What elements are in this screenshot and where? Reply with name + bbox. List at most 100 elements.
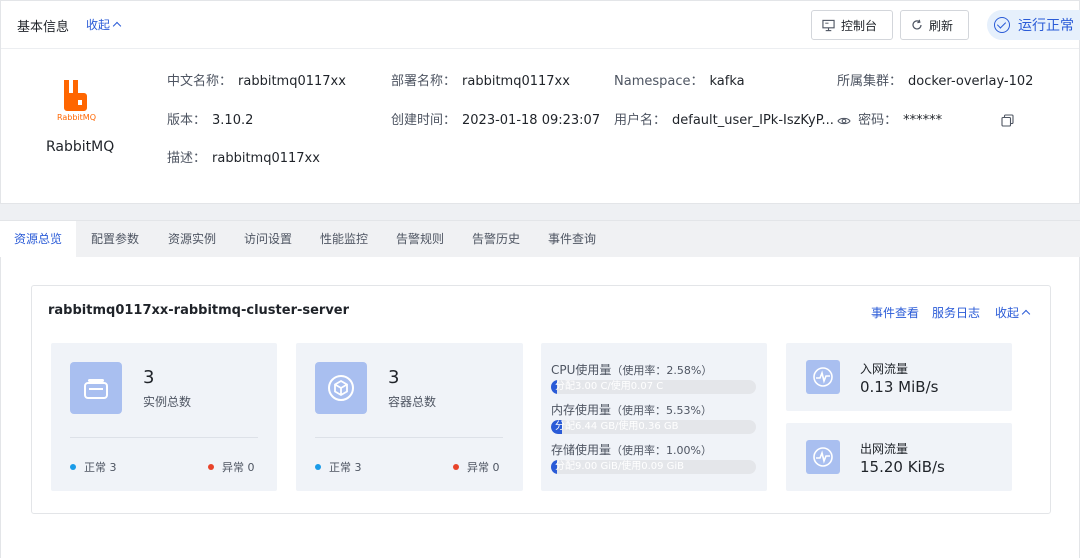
console-label: 控制台 — [841, 18, 878, 33]
tab-alert-rules[interactable]: 告警规则 — [382, 221, 458, 258]
password-field: 密码： ****** — [837, 109, 942, 128]
tab-bar: 资源总览 配置参数 资源实例 访问设置 性能监控 告警规则 告警历史 事件查询 — [0, 220, 1080, 258]
container-count: 3 — [388, 367, 400, 388]
tab-performance-monitor[interactable]: 性能监控 — [306, 221, 382, 258]
status-label: 运行正常 — [1018, 18, 1074, 34]
divider — [315, 437, 503, 438]
abnormal-dot-icon — [208, 464, 214, 470]
collapse-info-button[interactable]: 收起 — [86, 16, 122, 33]
memory-usage-text: 分配6.44 GB/使用0.36 GB — [555, 421, 679, 432]
resource-overview-content: rabbitmq0117xx-rabbitmq-cluster-server 事… — [0, 257, 1080, 558]
refresh-icon — [912, 19, 922, 30]
namespace-field: Namespace： kafka — [614, 70, 745, 89]
inbound-traffic-card: 入网流量 0.13 MiB/s — [786, 343, 1012, 411]
normal-count: 3 — [109, 461, 117, 474]
cpu-usage-rate: （使用率：2.58%） — [611, 364, 713, 377]
eye-icon[interactable] — [837, 116, 851, 126]
namespace-value: kafka — [709, 74, 745, 89]
panel-collapse-label: 收起 — [995, 306, 1020, 320]
divider — [70, 437, 258, 438]
memory-usage-title: 内存使用量（使用率：5.53%） — [551, 401, 712, 418]
memory-usage-rate: （使用率：5.53%） — [611, 404, 712, 417]
storage-usage-rate: （使用率：1.00%） — [611, 444, 712, 457]
instance-total-label: 实例总数 — [143, 395, 192, 409]
basic-info-card: 基本信息 收起 控制台 刷新 运行正常 RabbitMQ RabbitMQ 中文… — [0, 0, 1080, 204]
tab-resource-overview[interactable]: 资源总览 — [0, 221, 76, 258]
normal-label: 正常 — [84, 461, 106, 474]
container-normal-status: 正常 3 — [315, 459, 362, 475]
outbound-traffic-card: 出网流量 15.20 KiB/s — [786, 423, 1012, 491]
copy-icon[interactable] — [1001, 114, 1014, 127]
containers-stat-card: 3 容器总数 正常 3 异常 0 — [296, 343, 523, 491]
deploy-name-label: 部署名称： — [391, 74, 457, 89]
memory-usage-label: 内存使用量 — [551, 403, 612, 417]
refresh-label: 刷新 — [929, 18, 954, 33]
instance-abnormal-status: 异常 0 — [208, 459, 255, 475]
cpu-usage-bar: 分配3.00 C/使用0.07 C — [551, 380, 756, 394]
namespace-label: Namespace： — [614, 74, 704, 89]
outbound-traffic-value: 15.20 KiB/s — [860, 458, 945, 476]
collapse-label: 收起 — [86, 18, 111, 32]
username-label: 用户名： — [614, 113, 667, 128]
container-abnormal-status: 异常 0 — [453, 459, 500, 475]
abnormal-count: 0 — [492, 461, 500, 474]
cluster-label: 所属集群： — [837, 74, 903, 89]
created-time-field: 创建时间： 2023-01-18 09:23:07 — [391, 109, 600, 128]
password-label: 密码： — [858, 113, 898, 128]
monitor-icon — [822, 19, 835, 31]
cluster-field: 所属集群： docker-overlay-102 — [837, 70, 1033, 89]
storage-usage-text: 分配9.00 GiB/使用0.09 GiB — [555, 461, 685, 472]
cluster-value: docker-overlay-102 — [908, 74, 1034, 89]
abnormal-label: 异常 — [222, 461, 244, 474]
check-circle-icon — [994, 17, 1010, 33]
cn-name-field: 中文名称： rabbitmq0117xx — [167, 70, 346, 89]
cn-name-label: 中文名称： — [167, 74, 233, 89]
instance-count: 3 — [143, 367, 155, 388]
collapse-panel-button[interactable]: 收起 — [995, 304, 1031, 321]
app-name: RabbitMQ — [46, 139, 115, 155]
resource-usage-card: CPU使用量（使用率：2.58%） 分配3.00 C/使用0.07 C 内存使用… — [541, 343, 767, 491]
cpu-usage-label: CPU使用量 — [551, 363, 612, 377]
inbound-traffic-value: 0.13 MiB/s — [860, 378, 939, 396]
tab-alert-history[interactable]: 告警历史 — [458, 221, 534, 258]
cn-name-value: rabbitmq0117xx — [238, 74, 346, 89]
normal-count: 3 — [354, 461, 362, 474]
outbound-traffic-label: 出网流量 — [860, 442, 909, 456]
version-field: 版本： 3.10.2 — [167, 109, 253, 128]
inbound-traffic-label: 入网流量 — [860, 362, 909, 376]
username-field: 用户名： default_user_IPk-IszKyP... — [614, 109, 834, 128]
traffic-in-icon — [806, 360, 840, 394]
tab-resource-instances[interactable]: 资源实例 — [154, 221, 230, 258]
cpu-usage-text: 分配3.00 C/使用0.07 C — [555, 381, 664, 392]
console-button[interactable]: 控制台 — [811, 10, 893, 40]
created-time-value: 2023-01-18 09:23:07 — [462, 113, 601, 128]
storage-usage-label: 存储使用量 — [551, 443, 612, 457]
container-total-label: 容器总数 — [388, 395, 437, 409]
abnormal-dot-icon — [453, 464, 459, 470]
view-events-link[interactable]: 事件查看 — [871, 304, 919, 321]
traffic-out-icon — [806, 440, 840, 474]
tab-event-query[interactable]: 事件查询 — [534, 221, 610, 258]
username-value: default_user_IPk-IszKyP... — [672, 113, 834, 128]
deploy-name-value: rabbitmq0117xx — [462, 74, 570, 89]
panel-title: rabbitmq0117xx-rabbitmq-cluster-server — [48, 303, 350, 318]
normal-dot-icon — [315, 464, 321, 470]
password-value: ****** — [903, 113, 943, 128]
refresh-button[interactable]: 刷新 — [900, 10, 969, 40]
memory-usage-bar: 分配6.44 GB/使用0.36 GB — [551, 420, 756, 434]
tab-access-settings[interactable]: 访问设置 — [230, 221, 306, 258]
cluster-server-panel: rabbitmq0117xx-rabbitmq-cluster-server 事… — [31, 285, 1051, 514]
version-value: 3.10.2 — [212, 113, 254, 128]
cpu-usage-title: CPU使用量（使用率：2.58%） — [551, 361, 712, 378]
deploy-name-field: 部署名称： rabbitmq0117xx — [391, 70, 570, 89]
description-value: rabbitmq0117xx — [212, 151, 320, 166]
abnormal-label: 异常 — [467, 461, 489, 474]
storage-usage-bar: 分配9.00 GiB/使用0.09 GiB — [551, 460, 756, 474]
container-cube-icon — [315, 362, 367, 414]
basic-info-title: 基本信息 — [17, 20, 70, 35]
tab-config-params[interactable]: 配置参数 — [76, 221, 154, 258]
service-logs-link[interactable]: 服务日志 — [932, 304, 980, 321]
chevron-up-icon — [112, 21, 122, 31]
storage-usage-title: 存储使用量（使用率：1.00%） — [551, 441, 712, 458]
description-field: 描述： rabbitmq0117xx — [167, 147, 320, 166]
